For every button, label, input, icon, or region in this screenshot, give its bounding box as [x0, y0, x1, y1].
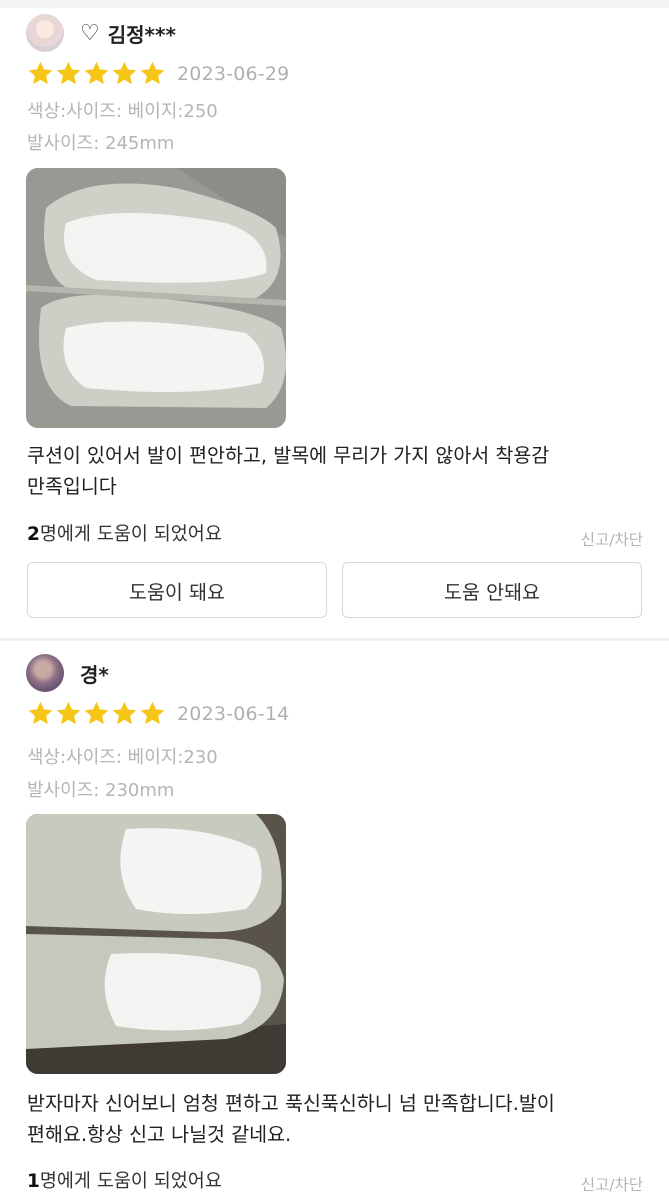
star-icon	[139, 700, 166, 727]
reviewer: ♡ 김정***	[26, 14, 176, 52]
rating-row: 2023-06-29	[27, 60, 289, 87]
review-date: 2023-06-14	[177, 702, 290, 725]
helpful-number: 1	[27, 1171, 40, 1192]
helpful-count: 1명에게 도움이 되었어요	[27, 1167, 222, 1193]
helpful-suffix: 명에게 도움이 되었어요	[39, 1171, 222, 1192]
option-color-size: 색상:사이즈: 베이지:250	[27, 101, 218, 122]
reviewer-name: 경*	[80, 659, 109, 688]
helpful-count: 2명에게 도움이 되었어요	[27, 520, 222, 546]
review-text-line: 만족입니다	[27, 475, 117, 498]
report-block-link[interactable]: 신고/차단	[581, 528, 643, 550]
avatar	[26, 654, 64, 692]
review-text-line: 받자마자 신어보니 엄청 편하고 푹신푹신하니 넘 만족합니다.발이	[27, 1092, 555, 1115]
option-color-size: 색상:사이즈: 베이지:230	[27, 747, 218, 768]
star-icon	[111, 60, 138, 87]
star-icon	[111, 700, 138, 727]
top-separator	[0, 0, 669, 8]
review-divider	[0, 638, 669, 641]
heart-outline-icon[interactable]: ♡	[80, 21, 100, 46]
star-icon	[83, 60, 110, 87]
option-foot-size: 발사이즈: 245mm	[27, 133, 175, 154]
not-helpful-button[interactable]: 도움 안돼요	[342, 562, 642, 618]
reviewer-name-text: 경*	[80, 662, 109, 687]
helpful-button[interactable]: 도움이 돼요	[27, 562, 327, 618]
star-icon	[27, 60, 54, 87]
helpful-suffix: 명에게 도움이 되었어요	[39, 524, 222, 545]
star-icon	[83, 700, 110, 727]
review-text: 받자마자 신어보니 엄청 편하고 푹신푹신하니 넘 만족합니다.발이 편해요.항…	[27, 1088, 647, 1150]
reviewer: 경*	[26, 654, 109, 692]
star-icon	[27, 700, 54, 727]
review-photo[interactable]	[26, 168, 286, 428]
star-rating	[27, 60, 167, 87]
review-text: 쿠션이 있어서 발이 편안하고, 발목에 무리가 가지 않아서 착용감 만족입니…	[27, 440, 647, 502]
rating-row: 2023-06-14	[27, 700, 289, 727]
star-icon	[139, 60, 166, 87]
star-rating	[27, 700, 167, 727]
review-text-line: 쿠션이 있어서 발이 편안하고, 발목에 무리가 가지 않아서 착용감	[27, 444, 550, 467]
reviewer-name: ♡ 김정***	[80, 19, 176, 48]
helpful-number: 2	[27, 524, 40, 545]
review-photo[interactable]	[26, 814, 286, 1074]
report-block-link[interactable]: 신고/차단	[581, 1173, 643, 1195]
avatar	[26, 14, 64, 52]
review-date: 2023-06-29	[177, 62, 290, 85]
reviewer-name-text: 김정***	[107, 22, 176, 47]
star-icon	[55, 700, 82, 727]
option-foot-size: 발사이즈: 230mm	[27, 780, 175, 801]
review-text-line: 편해요.항상 신고 나닐것 같네요.	[27, 1123, 292, 1146]
star-icon	[55, 60, 82, 87]
